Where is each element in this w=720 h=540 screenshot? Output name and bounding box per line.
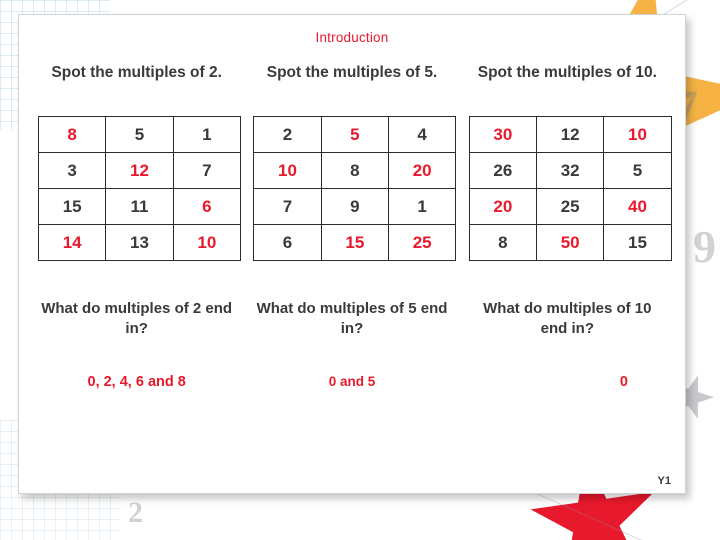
grid-cell[interactable]: 13 — [105, 224, 174, 261]
grid-cell[interactable]: 2 — [253, 116, 322, 153]
grid-cell[interactable]: 20 — [468, 188, 537, 225]
table-row: 14 13 10 — [37, 224, 242, 261]
grid-cell[interactable]: 32 — [535, 152, 605, 189]
column-multiples-of-5: Spot the multiples of 5. 2 5 4 10 8 20 7… — [244, 63, 459, 392]
grid-cell[interactable]: 10 — [172, 224, 242, 261]
page-title: Introduction — [315, 30, 389, 45]
background-number-2: 2 — [128, 496, 143, 529]
grid-cell[interactable]: 40 — [603, 188, 672, 225]
grid-cell[interactable]: 12 — [535, 116, 605, 153]
grid-cell[interactable]: 50 — [535, 224, 605, 261]
grid-cell[interactable]: 25 — [535, 188, 605, 225]
column-answer: 0 and 5 — [328, 374, 376, 389]
grid-cell[interactable]: 6 — [172, 188, 242, 225]
grid-cell[interactable]: 15 — [320, 224, 389, 261]
table-row: 8 5 1 — [37, 116, 242, 153]
column-heading: Spot the multiples of 10. — [477, 64, 657, 81]
column-question: What do multiples of 2 end in? — [41, 300, 233, 337]
table-row: 2 5 4 — [253, 116, 457, 153]
grid-cell[interactable]: 5 — [603, 152, 672, 189]
column-answer: 0, 2, 4, 6 and 8 — [87, 374, 186, 390]
column-multiples-of-10: Spot the multiples of 10. 30 12 10 26 32… — [460, 63, 675, 392]
grid-cell[interactable]: 10 — [603, 116, 672, 153]
columns-container: Spot the multiples of 2. 8 5 1 3 12 7 15… — [19, 63, 685, 392]
grid-cell[interactable]: 1 — [387, 188, 457, 225]
column-question: What do multiples of 5 end in? — [256, 300, 448, 337]
number-grid-2: 8 5 1 3 12 7 15 11 6 14 13 10 — [37, 116, 242, 261]
grid-cell[interactable]: 26 — [468, 152, 537, 189]
number-grid-5: 2 5 4 10 8 20 7 9 1 6 15 25 — [253, 116, 457, 261]
grid-cell[interactable]: 30 — [468, 116, 537, 153]
table-row: 8 50 15 — [468, 224, 672, 261]
table-row: 10 8 20 — [253, 152, 457, 189]
table-row: 26 32 5 — [468, 152, 672, 189]
year-group-label: Y1 — [657, 475, 671, 487]
grid-cell[interactable]: 3 — [37, 152, 107, 189]
number-grid-10: 30 12 10 26 32 5 20 25 40 8 50 15 — [468, 116, 672, 261]
grid-cell[interactable]: 8 — [320, 152, 389, 189]
grid-cell[interactable]: 8 — [468, 224, 537, 261]
grid-cell[interactable]: 1 — [172, 116, 242, 153]
grid-cell[interactable]: 4 — [387, 116, 457, 153]
grid-cell[interactable]: 7 — [253, 188, 322, 225]
table-row: 15 11 6 — [37, 188, 242, 225]
column-heading: Spot the multiples of 5. — [266, 64, 438, 81]
column-multiples-of-2: Spot the multiples of 2. 8 5 1 3 12 7 15… — [29, 63, 244, 392]
table-row: 30 12 10 — [468, 116, 672, 153]
background-number-9: 9 — [693, 221, 716, 272]
table-row: 20 25 40 — [468, 188, 672, 225]
grid-cell[interactable]: 8 — [37, 116, 107, 153]
grid-cell[interactable]: 10 — [253, 152, 322, 189]
grid-cell[interactable]: 20 — [387, 152, 457, 189]
table-row: 7 9 1 — [253, 188, 457, 225]
column-heading: Spot the multiples of 2. — [51, 64, 222, 81]
table-row: 3 12 7 — [37, 152, 242, 189]
table-row: 6 15 25 — [253, 224, 457, 261]
grid-cell[interactable]: 25 — [387, 224, 457, 261]
grid-cell[interactable]: 14 — [37, 224, 107, 261]
grid-cell[interactable]: 11 — [105, 188, 174, 225]
slide-card: Introduction Spot the multiples of 2. 8 … — [18, 14, 686, 494]
grid-cell[interactable]: 15 — [603, 224, 672, 261]
grid-cell[interactable]: 5 — [105, 116, 174, 153]
grid-cell[interactable]: 6 — [253, 224, 322, 261]
grid-cell[interactable]: 12 — [105, 152, 174, 189]
grid-cell[interactable]: 9 — [320, 188, 389, 225]
grid-cell[interactable]: 15 — [37, 188, 107, 225]
column-answer: 0 — [619, 374, 628, 390]
grid-cell[interactable]: 5 — [320, 116, 389, 153]
column-question: What do multiples of 10 end in? — [483, 300, 652, 337]
grid-cell[interactable]: 7 — [172, 152, 242, 189]
